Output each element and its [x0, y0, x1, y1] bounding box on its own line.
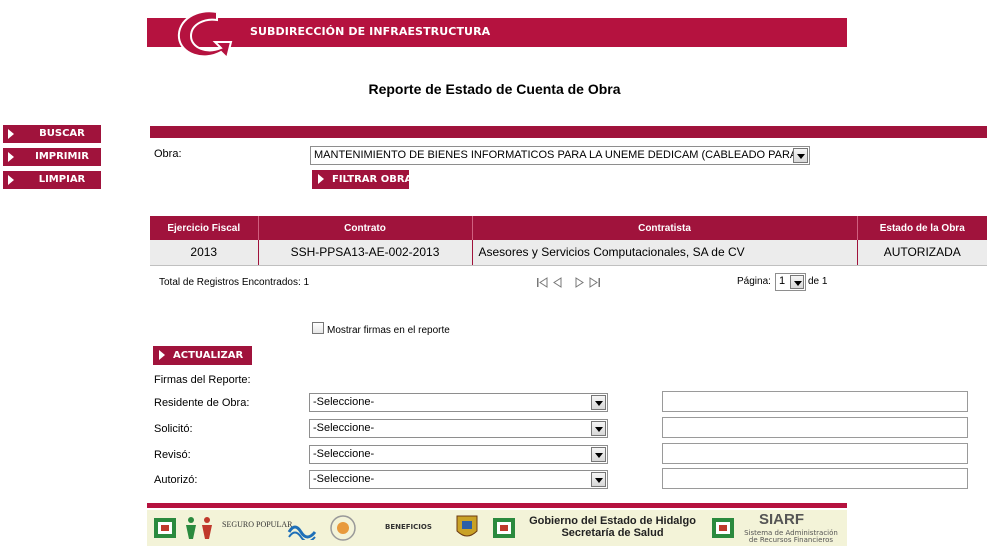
mostrar-firmas-label: Mostrar firmas en el reporte [327, 325, 450, 336]
section-divider [150, 126, 987, 138]
hidalgo-shield-icon [154, 518, 176, 538]
reviso-cargo-input[interactable] [662, 443, 968, 464]
chevron-down-icon[interactable] [591, 472, 606, 487]
filtrar-obras-button[interactable]: FILTRAR OBRAS [312, 170, 419, 189]
first-page-icon[interactable] [536, 277, 548, 288]
siarf-sub2: de Recursos Financieros [748, 536, 834, 544]
solicito-select[interactable]: -Seleccione- [309, 419, 608, 438]
chevron-down-icon[interactable] [591, 447, 606, 462]
table-row[interactable]: 2013 SSH-PPSA13-AE-002-2013 Asesores y S… [150, 240, 987, 266]
actualizar-button[interactable]: ACTUALIZAR [153, 346, 252, 365]
table-cell-ejercicio: 2013 [150, 240, 259, 266]
beneficios-logo: BENEFICIOS [385, 523, 432, 531]
reviso-select[interactable]: -Seleccione- [309, 445, 608, 464]
play-arrow-icon [159, 350, 165, 360]
results-table: Ejercicio Fiscal Contrato Contratista Es… [150, 216, 987, 266]
people-logo-icon [186, 517, 212, 539]
reviso-label: Revisó: [154, 449, 191, 461]
column-header[interactable]: Contrato [258, 216, 473, 240]
obra-label: Obra: [154, 148, 182, 160]
next-page-icon[interactable] [575, 277, 584, 288]
play-arrow-icon [8, 175, 14, 185]
residente-label: Residente de Obra: [154, 397, 250, 409]
autorizo-cargo-input[interactable] [662, 468, 968, 489]
page-select-value: 1 [779, 275, 786, 287]
seal-logo-icon [330, 515, 356, 541]
state-coat-of-arms-icon [456, 515, 478, 537]
autorizo-select[interactable]: -Seleccione- [309, 470, 608, 489]
last-page-icon[interactable] [589, 277, 601, 288]
hidalgo-shield-icon [493, 518, 515, 538]
column-header[interactable]: Ejercicio Fiscal [150, 216, 259, 240]
imprimir-button[interactable]: IMPRIMIR [3, 148, 101, 166]
chevron-down-icon[interactable] [793, 148, 808, 163]
hidalgo-shield-icon [712, 518, 734, 538]
prev-page-icon[interactable] [553, 277, 562, 288]
table-header-row: Ejercicio Fiscal Contrato Contratista Es… [150, 216, 987, 240]
footer-logos: SEGURO POPULAR BENEFICIOS Gobierno del E… [147, 510, 847, 546]
mostrar-firmas-checkbox[interactable] [312, 322, 324, 334]
firmas-section-label: Firmas del Reporte: [154, 374, 251, 386]
table-cell-estado: AUTORIZADA [857, 240, 987, 266]
residente-cargo-input[interactable] [662, 391, 968, 412]
solicito-select-value: -Seleccione- [313, 422, 375, 434]
chevron-down-icon[interactable] [790, 275, 804, 289]
seguro-popular-logo: SEGURO POPULAR [222, 520, 293, 529]
banner-title: SUBDIRECCIÓN DE INFRAESTRUCTURA [250, 25, 491, 38]
column-header[interactable]: Contratista [472, 216, 858, 240]
total-records-label: Total de Registros Encontrados: 1 [159, 277, 310, 288]
play-arrow-icon [8, 129, 14, 139]
gobierno-line2: Secretaría de Salud [561, 527, 664, 539]
residente-select-value: -Seleccione- [313, 396, 375, 408]
waves-logo-icon [287, 525, 317, 540]
table-cell-contrato: SSH-PPSA13-AE-002-2013 [258, 240, 473, 266]
limpiar-button[interactable]: LIMPIAR [3, 171, 101, 189]
reviso-select-value: -Seleccione- [313, 448, 375, 460]
chevron-down-icon[interactable] [591, 421, 606, 436]
play-arrow-icon [8, 152, 14, 162]
footer-divider [147, 503, 847, 508]
siarf-logo: SIARF [759, 511, 804, 528]
autorizo-label: Autorizó: [154, 474, 198, 486]
column-header[interactable]: Estado de la Obra [857, 216, 987, 240]
gobierno-line1: Gobierno del Estado de Hidalgo [529, 515, 696, 527]
obra-select-value: MANTENIMIENTO DE BIENES INFORMATICOS PAR… [314, 149, 798, 161]
residente-select[interactable]: -Seleccione- [309, 393, 608, 412]
page-of-label: de 1 [808, 276, 828, 287]
buscar-button[interactable]: BUSCAR [3, 125, 101, 143]
page-label: Página: [737, 276, 771, 287]
logo-swoosh-icon [177, 10, 233, 60]
header-banner: SUBDIRECCIÓN DE INFRAESTRUCTURA [147, 10, 847, 60]
obra-select[interactable]: MANTENIMIENTO DE BIENES INFORMATICOS PAR… [310, 146, 810, 165]
autorizo-select-value: -Seleccione- [313, 473, 375, 485]
chevron-down-icon[interactable] [591, 395, 606, 410]
solicito-label: Solicitó: [154, 423, 193, 435]
page-select[interactable]: 1 [775, 273, 806, 291]
table-cell-contratista: Asesores y Servicios Computacionales, SA… [472, 240, 858, 266]
play-arrow-icon [318, 174, 324, 184]
solicito-cargo-input[interactable] [662, 417, 968, 438]
page-title: Reporte de Estado de Cuenta de Obra [368, 81, 621, 97]
